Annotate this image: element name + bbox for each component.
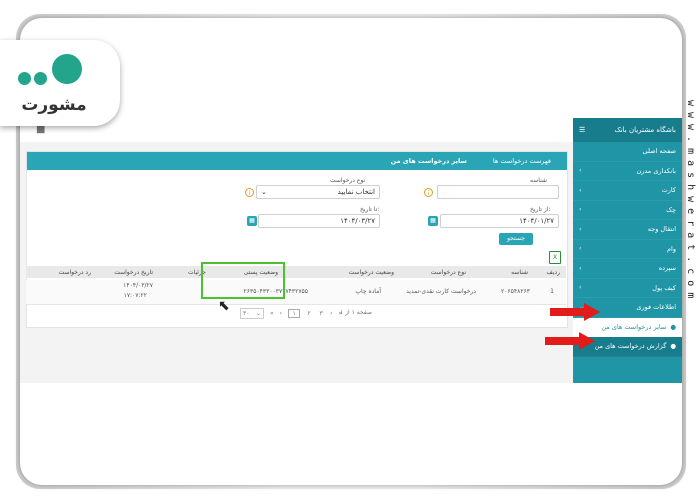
- dot-icon: ●: [670, 322, 676, 331]
- table-row[interactable]: 1 ۲۰۶۵۴۸۲۶۳ درخواست کارت نقدی-تمدید آماد…: [26, 280, 566, 305]
- chevron-left-icon: ‹: [579, 264, 582, 272]
- red-arrow-icon: [550, 303, 600, 321]
- from-date-input[interactable]: ۱۴۰۴/۰۱/۲۷: [440, 214, 559, 228]
- tracking-input[interactable]: [437, 185, 559, 199]
- info-icon[interactable]: i: [424, 188, 433, 197]
- brand-logo: مشورت: [0, 40, 120, 126]
- hamburger-icon[interactable]: ☰: [579, 126, 585, 134]
- logo-text: مشورت: [21, 95, 87, 115]
- col-type: نوع درخواست: [430, 269, 466, 276]
- col-index: ردیف: [546, 269, 560, 276]
- sidebar-header: ☰ باشگاه مشتریان بانک: [573, 118, 682, 142]
- dot-icon: ●: [670, 342, 676, 351]
- col-id: شناسه: [511, 269, 528, 276]
- sidebar-item-home[interactable]: صفحه اصلی: [573, 142, 682, 162]
- sidebar-item-modern-banking[interactable]: ‹ بانکداری مدرن: [573, 162, 682, 181]
- prev-page-icon[interactable]: ‹: [280, 310, 282, 317]
- tab-requests-list[interactable]: فهرست درخواست ها: [489, 157, 555, 165]
- row-status: آماده چاپ: [355, 288, 381, 295]
- page-1[interactable]: ۱: [288, 308, 301, 318]
- sidebar-item-loan[interactable]: ‹ وام: [573, 240, 682, 259]
- chevron-left-icon: ‹: [579, 245, 582, 253]
- pagination: ۳۰ ⌄ « ‹ ۱ ۲ ۳ › »: [240, 307, 342, 319]
- col-date: تاریخ درخواست: [114, 269, 153, 276]
- tab-other-requests[interactable]: سایر درخواست های من: [387, 157, 471, 165]
- postal-status-highlight: [201, 262, 285, 299]
- sidebar-item-wallet[interactable]: ‹ کیف پول: [573, 279, 682, 298]
- row-id: ۲۰۶۵۴۸۲۶۳: [500, 288, 530, 295]
- first-page-icon[interactable]: «: [270, 310, 274, 317]
- sidebar-item-card[interactable]: ‹ کارت: [573, 181, 682, 201]
- request-type-label: نوع درخواست: [330, 177, 366, 184]
- to-date-label: تا تاریخ:: [360, 206, 380, 213]
- chevron-down-icon: ⌄: [255, 309, 261, 317]
- sidebar-item-cheque[interactable]: ‹ چک: [573, 201, 682, 220]
- page-2[interactable]: ۲: [306, 310, 312, 317]
- search-button[interactable]: جستجو: [499, 233, 533, 245]
- sidebar-item-deposit[interactable]: ‹ سپرده: [573, 259, 682, 279]
- sidebar-item-transfer[interactable]: ‹ انتقال وجه: [573, 220, 682, 240]
- row-date: ۱۴۰۴/۰۳/۲۷: [123, 282, 153, 289]
- row-index: 1: [550, 288, 554, 295]
- excel-export-icon[interactable]: X: [549, 251, 561, 264]
- next-page-icon[interactable]: ›: [330, 310, 332, 317]
- col-status: وضعیت درخواست: [348, 269, 394, 276]
- row-type: درخواست کارت نقدی-تمدید: [406, 288, 476, 295]
- tab-bar: سایر درخواست های من فهرست درخواست ها: [27, 152, 567, 170]
- chevron-left-icon: ‹: [579, 284, 582, 292]
- chevron-down-icon: ⌄: [261, 188, 267, 196]
- sidebar-brand: باشگاه مشتریان بانک: [614, 126, 676, 134]
- chevron-left-icon: ‹: [579, 186, 582, 194]
- page-info: صفحه ۱ از ۱: [340, 309, 372, 316]
- from-date-label: از تاریخ:: [530, 206, 551, 213]
- calendar-icon[interactable]: ▦: [247, 216, 257, 226]
- watermark: www.mashwerat.com: [685, 100, 696, 305]
- red-arrow-icon: [545, 332, 595, 350]
- row-time: ۱۷:۰۷:۲۲: [123, 292, 147, 299]
- request-type-select[interactable]: ⌄ انتخاب نمایید: [256, 185, 380, 199]
- col-reject: رد درخواست: [58, 269, 91, 276]
- table-header: ردیف شناسه نوع درخواست وضعیت درخواست وضع…: [26, 266, 566, 278]
- page-3[interactable]: ۳: [318, 310, 324, 317]
- chevron-left-icon: ‹: [579, 167, 582, 175]
- page-size-select[interactable]: ۳۰ ⌄: [240, 307, 264, 319]
- calendar-icon[interactable]: ▦: [428, 216, 438, 226]
- info-icon[interactable]: i: [245, 188, 254, 197]
- chevron-left-icon: ‹: [579, 206, 582, 214]
- to-date-input[interactable]: ۱۴۰۴/۰۳/۲۷: [258, 214, 380, 228]
- tracking-label: شناسه: [530, 177, 547, 184]
- chevron-left-icon: ‹: [579, 225, 582, 233]
- mouse-cursor-icon: ⬉: [218, 298, 230, 314]
